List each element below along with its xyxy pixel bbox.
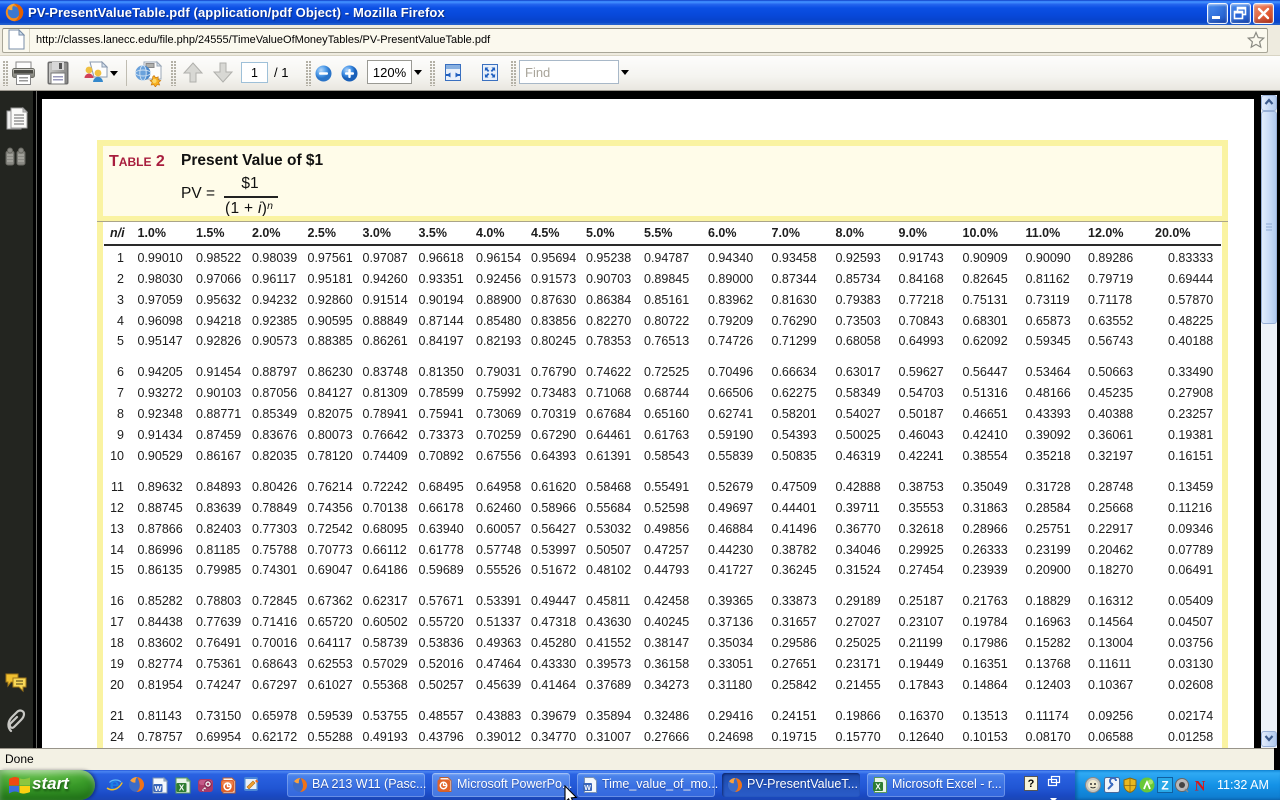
svg-text:Z: Z — [1161, 779, 1168, 793]
svg-text:W: W — [154, 784, 162, 793]
svg-text:X: X — [875, 783, 881, 792]
svg-text:N: N — [1195, 779, 1206, 794]
svg-text:X: X — [179, 784, 185, 793]
svg-text:W: W — [584, 785, 591, 792]
